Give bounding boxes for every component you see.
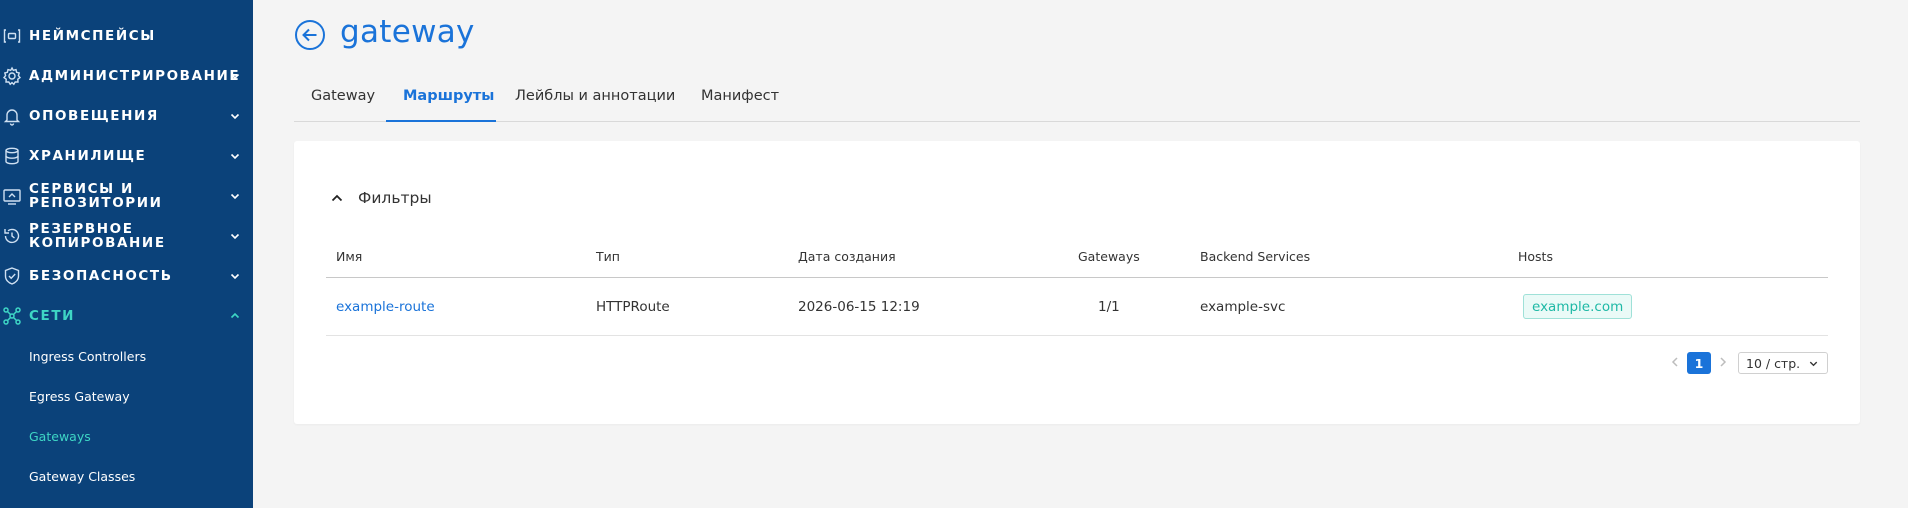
sidebar-subitem-label: Gateway Classes — [29, 468, 136, 484]
nav-label: СЕРВИСЫ И РЕПОЗИТОРИИ — [29, 182, 163, 210]
nav-item-backup[interactable]: РЕЗЕРВНОЕ КОПИРОВАНИЕ — [0, 216, 253, 256]
network-icon — [2, 306, 22, 326]
tab-manifest[interactable]: Манифест — [701, 88, 779, 104]
route-name-link[interactable]: example-route — [336, 299, 435, 315]
sidebar-subitem-label: Gateways — [29, 428, 91, 444]
shield-icon — [2, 266, 22, 286]
active-tab-indicator — [386, 120, 496, 122]
nav-label-line2: КОПИРОВАНИЕ — [29, 235, 166, 251]
routes-card: Фильтры Имя Тип Дата создания Gateways B… — [294, 141, 1860, 424]
backup-icon — [2, 226, 22, 246]
chevron-right-icon[interactable] — [1716, 355, 1730, 369]
back-button[interactable] — [294, 19, 326, 51]
database-icon — [2, 146, 22, 166]
nav-label-line2: РЕПОЗИТОРИИ — [29, 195, 163, 211]
gear-icon — [2, 66, 22, 86]
sidebar-subitem-label: Egress Gateway — [29, 388, 130, 404]
services-icon — [2, 186, 22, 206]
chevron-down-icon — [229, 150, 241, 162]
table-row-divider — [326, 335, 1828, 336]
column-header-gateways[interactable]: Gateways — [1078, 249, 1140, 264]
nav-label: РЕЗЕРВНОЕ КОПИРОВАНИЕ — [29, 222, 166, 250]
host-tag: example.com — [1523, 294, 1633, 319]
chevron-down-icon — [229, 70, 241, 82]
nav-label: АДМИНИСТРИРОВАНИЕ — [29, 67, 241, 84]
nav-item-services[interactable]: СЕРВИСЫ И РЕПОЗИТОРИИ — [0, 176, 253, 216]
sidebar-subitem-label: Ingress Controllers — [29, 348, 147, 364]
route-gateways-count: 1/1 — [1098, 299, 1120, 315]
bell-icon — [2, 106, 22, 126]
tab-routes[interactable]: Маршруты — [403, 88, 494, 104]
column-header-hosts[interactable]: Hosts — [1518, 249, 1553, 264]
nav-label: ОПОВЕЩЕНИЯ — [29, 107, 159, 124]
column-header-created[interactable]: Дата создания — [798, 249, 896, 264]
column-header-type[interactable]: Тип — [596, 249, 620, 264]
chevron-up-icon — [229, 310, 241, 322]
route-type: HTTPRoute — [596, 299, 670, 315]
tab-gateway[interactable]: Gateway — [311, 88, 375, 104]
nav-item-alerts[interactable]: ОПОВЕЩЕНИЯ — [0, 96, 253, 136]
column-header-name[interactable]: Имя — [336, 249, 362, 264]
page-size-select[interactable]: 10 / стр. — [1738, 352, 1828, 374]
table-header-divider — [326, 277, 1828, 278]
nav-item-administration[interactable]: АДМИНИСТРИРОВАНИЕ — [0, 56, 253, 96]
chevron-down-icon — [229, 190, 241, 202]
page-size-value: 10 / стр. — [1746, 355, 1801, 371]
filters-toggle[interactable]: Фильтры — [330, 189, 432, 207]
filters-label: Фильтры — [358, 189, 432, 207]
chevron-left-icon[interactable] — [1668, 355, 1682, 369]
route-created-date: 2026-06-15 12:19 — [798, 299, 920, 315]
nav-item-networks[interactable]: СЕТИ — [0, 296, 253, 336]
chevron-down-icon — [229, 230, 241, 242]
arrow-left-circle-icon — [295, 20, 325, 50]
pagination-page-1[interactable]: 1 — [1687, 352, 1711, 374]
page-title: gateway — [340, 14, 475, 50]
column-header-backend-services[interactable]: Backend Services — [1200, 249, 1310, 264]
nav-label: ХРАНИЛИЩЕ — [29, 147, 147, 164]
namespace-icon — [2, 26, 22, 46]
nav-item-storage[interactable]: ХРАНИЛИЩЕ — [0, 136, 253, 176]
sidebar-subitem-gateways[interactable]: Gateways — [0, 416, 253, 456]
nav-label: НЕЙМСПЕЙСЫ — [29, 27, 156, 44]
chevron-down-icon — [229, 110, 241, 122]
nav-item-namespaces[interactable]: НЕЙМСПЕЙСЫ — [0, 16, 253, 56]
sidebar: НЕЙМСПЕЙСЫ АДМИНИСТРИРОВАНИЕ ОПОВЕЩЕНИЯ … — [0, 0, 253, 508]
sidebar-subitem-gateway-classes[interactable]: Gateway Classes — [0, 456, 253, 496]
nav-label: БЕЗОПАСНОСТЬ — [29, 267, 173, 284]
sidebar-subitem-egress-gateway[interactable]: Egress Gateway — [0, 376, 253, 416]
chevron-down-icon — [229, 270, 241, 282]
nav-label: СЕТИ — [29, 307, 76, 324]
tab-labels-annotations[interactable]: Лейблы и аннотации — [515, 88, 675, 104]
route-backend-service: example-svc — [1200, 299, 1286, 315]
chevron-down-icon — [1809, 361, 1818, 367]
nav-item-security[interactable]: БЕЗОПАСНОСТЬ — [0, 256, 253, 296]
sidebar-subitem-ingress-controllers[interactable]: Ingress Controllers — [0, 336, 253, 376]
chevron-up-icon — [331, 194, 343, 202]
tab-bar: Gateway Маршруты Лейблы и аннотации Мани… — [294, 78, 1860, 122]
